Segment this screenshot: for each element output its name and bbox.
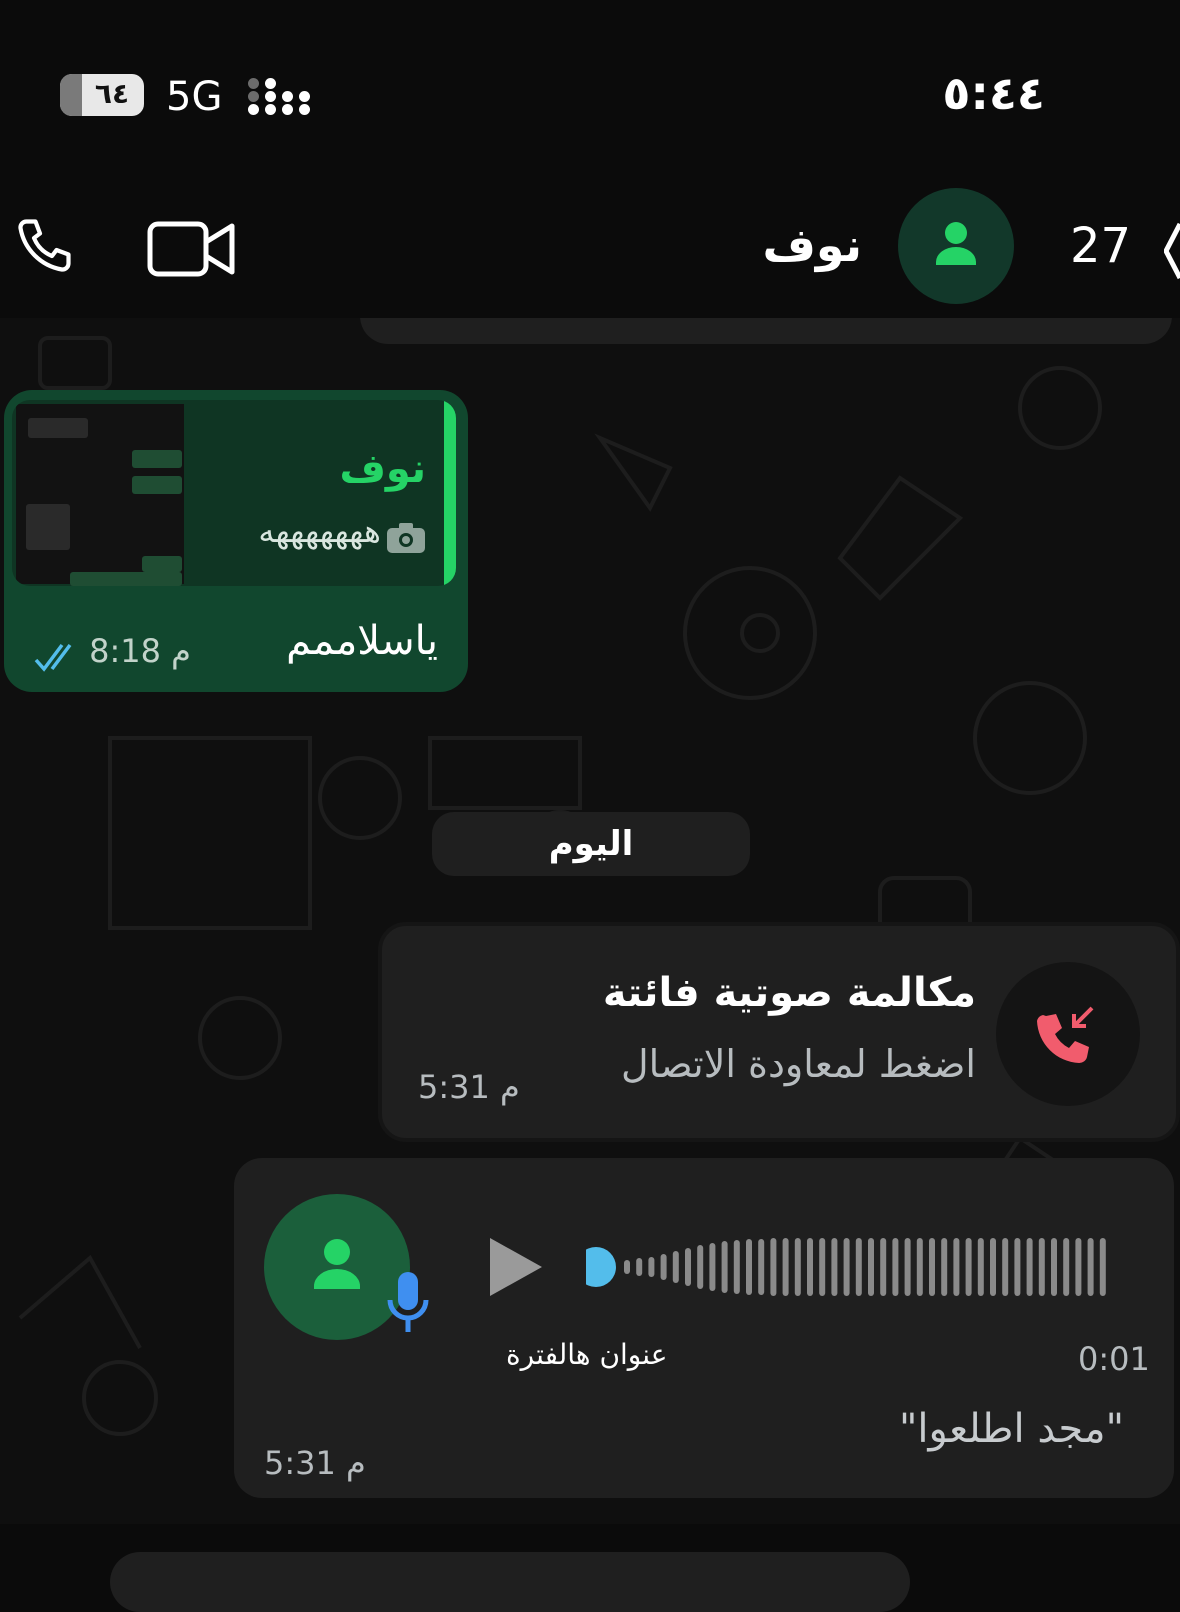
waveform-bar	[709, 1243, 716, 1291]
waveform-bar	[965, 1238, 972, 1296]
missed-call-bubble[interactable]: مكالمة صوتية فائتة اضغط لمعاودة الاتصال …	[378, 922, 1180, 1142]
waveform-bar	[831, 1238, 838, 1296]
contact-avatar[interactable]	[898, 188, 1014, 304]
waveform-bar	[733, 1240, 740, 1294]
double-check-icon	[34, 643, 72, 672]
waveform-bar	[660, 1254, 667, 1280]
quoted-text: هههههههه	[258, 512, 426, 554]
waveform-bar	[1026, 1238, 1033, 1296]
waveform-bar	[746, 1239, 752, 1295]
waveform-bar	[636, 1258, 643, 1276]
back-button[interactable]	[1163, 222, 1180, 284]
waveform-bar	[868, 1238, 874, 1296]
waveform-bar	[855, 1238, 862, 1296]
signal-icon	[248, 74, 312, 118]
person-icon	[936, 222, 976, 265]
play-button[interactable]	[486, 1236, 546, 1298]
chat-area[interactable]: نوف هههههههه ياسلاممم 8:18 م اليوم مكالم…	[0, 318, 1180, 1524]
waveform-bar	[794, 1238, 801, 1296]
waveform[interactable]	[586, 1232, 1126, 1302]
voice-call-button[interactable]	[10, 214, 82, 286]
waveform-bar	[1014, 1238, 1021, 1296]
quoted-body: هههههههه	[258, 512, 381, 550]
waveform-bar	[1051, 1238, 1057, 1296]
mic-icon	[387, 1272, 429, 1332]
waveform-bar	[758, 1239, 765, 1295]
voice-time: 5:31 م	[264, 1444, 366, 1482]
message-input[interactable]	[110, 1552, 910, 1612]
waveform-bar	[916, 1238, 923, 1296]
phone-icon	[18, 219, 71, 272]
network-type: 5G	[166, 74, 223, 120]
back-chevron-icon	[1163, 222, 1180, 280]
contact-name[interactable]: نوف	[762, 218, 862, 272]
waveform-bar	[1075, 1238, 1082, 1296]
waveform-bar	[697, 1245, 704, 1289]
reply-time: 8:18 م	[89, 632, 191, 670]
waveform-bar	[672, 1251, 679, 1283]
quoted-author: نوف	[339, 446, 426, 492]
voice-note-bubble[interactable]: 0:01 عنوان هالفترة "مجد اطلعوا" 5:31 م	[234, 1158, 1174, 1498]
voice-overlay-text: عنوان هالفترة	[506, 1338, 668, 1371]
waveform-bar	[819, 1238, 826, 1296]
quoted-thumbnail	[16, 404, 184, 586]
waveform-bar	[782, 1238, 789, 1296]
waveform-bar	[1099, 1238, 1106, 1296]
waveform-bar	[941, 1238, 948, 1296]
missed-call-icon	[1037, 1006, 1094, 1064]
status-time: ٥:٤٤	[942, 66, 1045, 120]
waveform-bar	[807, 1238, 813, 1296]
missed-call-subtitle: اضغط لمعاودة الاتصال	[621, 1042, 976, 1086]
waveform-bar	[770, 1238, 777, 1296]
waveform-bar	[929, 1238, 935, 1296]
battery-indicator: ٦٤	[60, 74, 144, 116]
voice-transcript: "مجد اطلعوا"	[898, 1406, 1124, 1452]
waveform-bar	[892, 1238, 899, 1296]
waveform-bar	[648, 1257, 655, 1277]
video-icon	[147, 221, 235, 277]
play-icon	[490, 1238, 542, 1296]
waveform-bar	[624, 1260, 630, 1274]
camera-icon	[387, 522, 425, 553]
waveform-bar	[1087, 1238, 1094, 1296]
callback-button[interactable]	[996, 962, 1140, 1106]
waveform-bar	[977, 1238, 984, 1296]
waveform-bar	[721, 1241, 728, 1293]
waveform-bar	[880, 1238, 887, 1296]
reply-meta: 8:18 م	[34, 632, 191, 674]
previous-message-bubble[interactable]	[360, 318, 1172, 344]
waveform-bar	[1063, 1238, 1070, 1296]
waveform-bar	[904, 1238, 911, 1296]
missed-call-time: 5:31 م	[418, 1068, 520, 1106]
reply-text: ياسلاممم	[286, 618, 438, 664]
playhead-dot[interactable]	[586, 1247, 616, 1287]
date-divider: اليوم	[432, 812, 750, 876]
waveform-bar	[843, 1238, 850, 1296]
waveform-bar	[685, 1248, 691, 1286]
unread-count[interactable]: 27	[1070, 218, 1131, 274]
reply-message-bubble[interactable]: نوف هههههههه ياسلاممم 8:18 م	[4, 390, 468, 692]
waveform-bar	[1002, 1238, 1009, 1296]
battery-level: ٦٤	[94, 77, 130, 110]
voice-duration: 0:01	[1078, 1340, 1150, 1378]
waveform-bar	[953, 1238, 960, 1296]
waveform-bar	[1038, 1238, 1045, 1296]
missed-call-title: مكالمة صوتية فائتة	[602, 970, 976, 1016]
waveform-bar	[990, 1238, 996, 1296]
quoted-message[interactable]: نوف هههههههه	[12, 400, 456, 586]
video-call-button[interactable]	[146, 218, 236, 280]
